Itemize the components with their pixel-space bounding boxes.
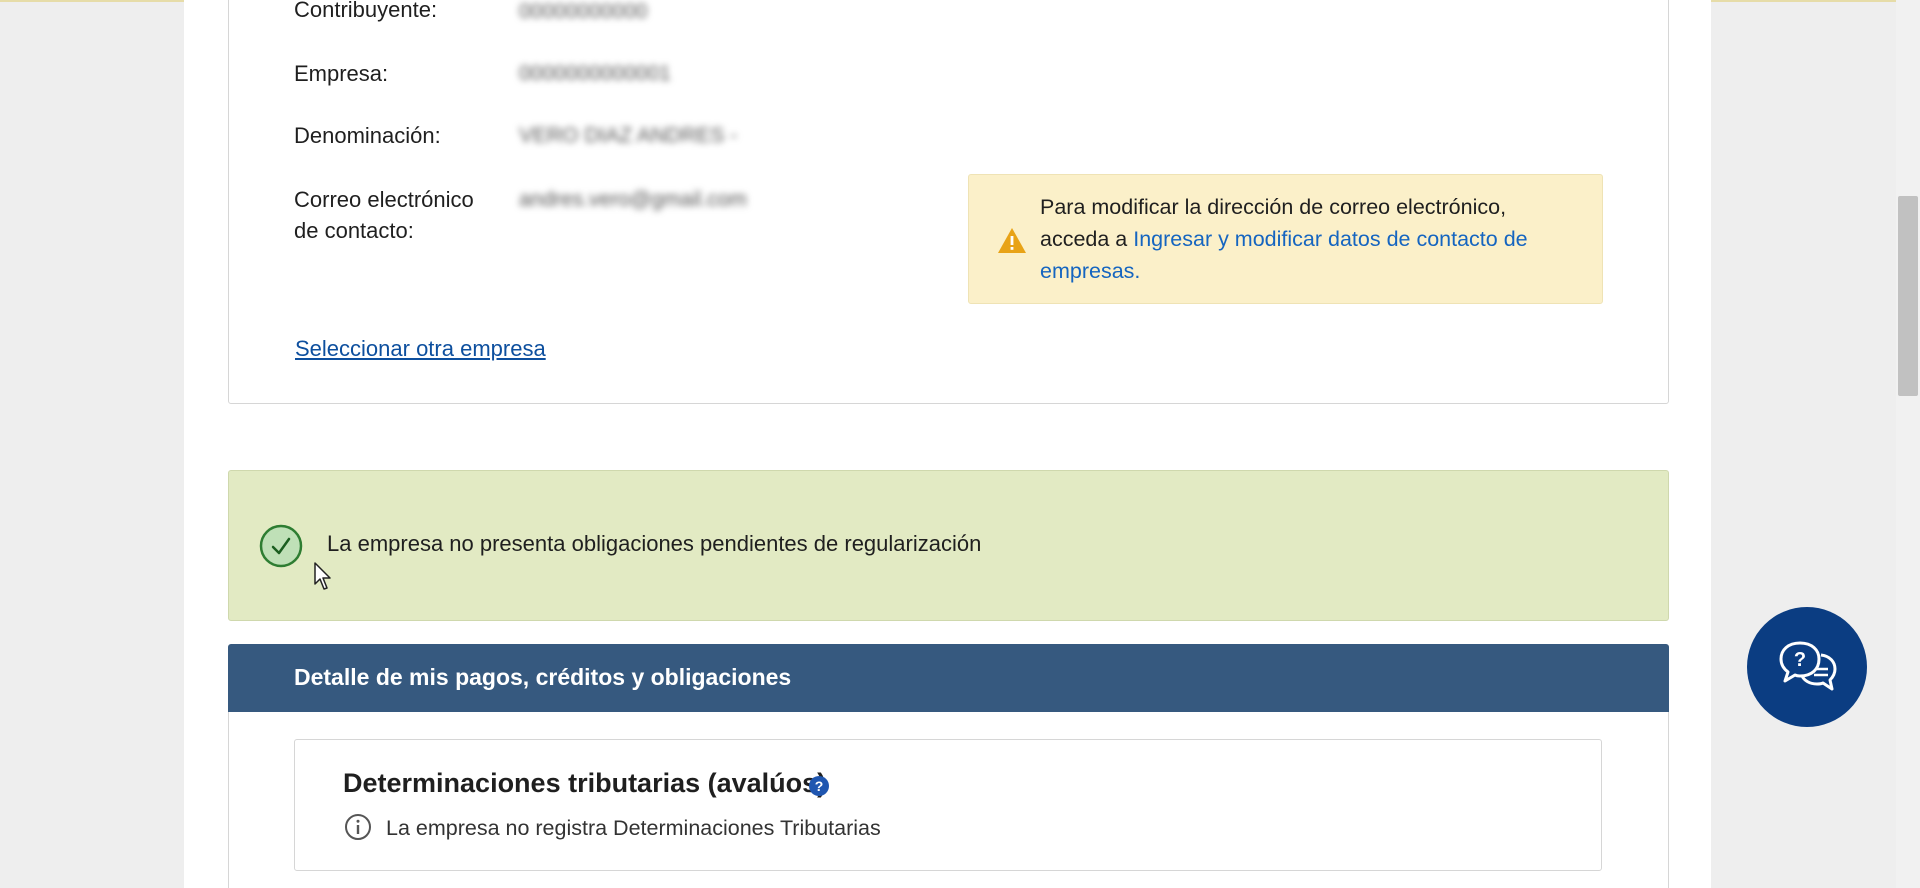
detail-title: Detalle de mis pagos, créditos y obligac… — [294, 664, 792, 690]
contact-email-value: andres.vero@gmail.com — [519, 188, 747, 211]
warning-icon — [998, 228, 1026, 253]
scrollbar-track[interactable] — [1896, 0, 1920, 888]
chat-help-button[interactable]: ? — [1747, 607, 1867, 727]
scrollbar-thumb[interactable] — [1898, 196, 1918, 396]
info-icon — [345, 814, 371, 840]
question-icon[interactable]: ? — [808, 775, 830, 797]
status-message: La empresa no presenta obligaciones pend… — [327, 531, 982, 556]
select-other-company-link[interactable]: Seleccionar otra empresa — [295, 336, 546, 362]
check-circle-icon — [259, 524, 303, 568]
contact-email-label-line1: Correo electrónico — [294, 187, 474, 212]
name-value: VERO DIAZ ANDRES - — [519, 124, 738, 147]
taxpayer-value: 00000000000 — [519, 0, 648, 23]
taxpayer-label: Contribuyente: — [294, 0, 438, 22]
mouse-cursor-icon — [314, 562, 331, 590]
notice-text: Para modificar la dirección de correo el… — [1040, 191, 1580, 287]
notice-text-line1: Para modificar la dirección de correo el… — [1040, 195, 1507, 219]
detail-header: Detalle de mis pagos, créditos y obligac… — [228, 644, 1669, 712]
company-value: 0000000000001 — [519, 62, 671, 85]
svg-text:?: ? — [815, 778, 824, 794]
name-label: Denominación: — [294, 123, 441, 148]
contact-email-label: Correo electrónico de contacto: — [294, 184, 474, 246]
svg-text:?: ? — [1794, 649, 1806, 671]
notice-text-prefix: acceda a — [1040, 227, 1134, 251]
status-banner: La empresa no presenta obligaciones pend… — [228, 470, 1669, 621]
company-label: Empresa: — [294, 61, 389, 86]
chat-help-icon: ? — [1779, 641, 1837, 691]
tax-determinations-title: Determinaciones tributarias (avalúos) — [343, 768, 827, 798]
tax-determinations-card: Determinaciones tributarias (avalúos) ? … — [294, 739, 1602, 871]
contact-email-label-line2: de contacto: — [294, 218, 414, 243]
tax-determinations-info: La empresa no registra Determinaciones T… — [386, 816, 881, 840]
email-notice: Para modificar la dirección de correo el… — [968, 174, 1603, 304]
